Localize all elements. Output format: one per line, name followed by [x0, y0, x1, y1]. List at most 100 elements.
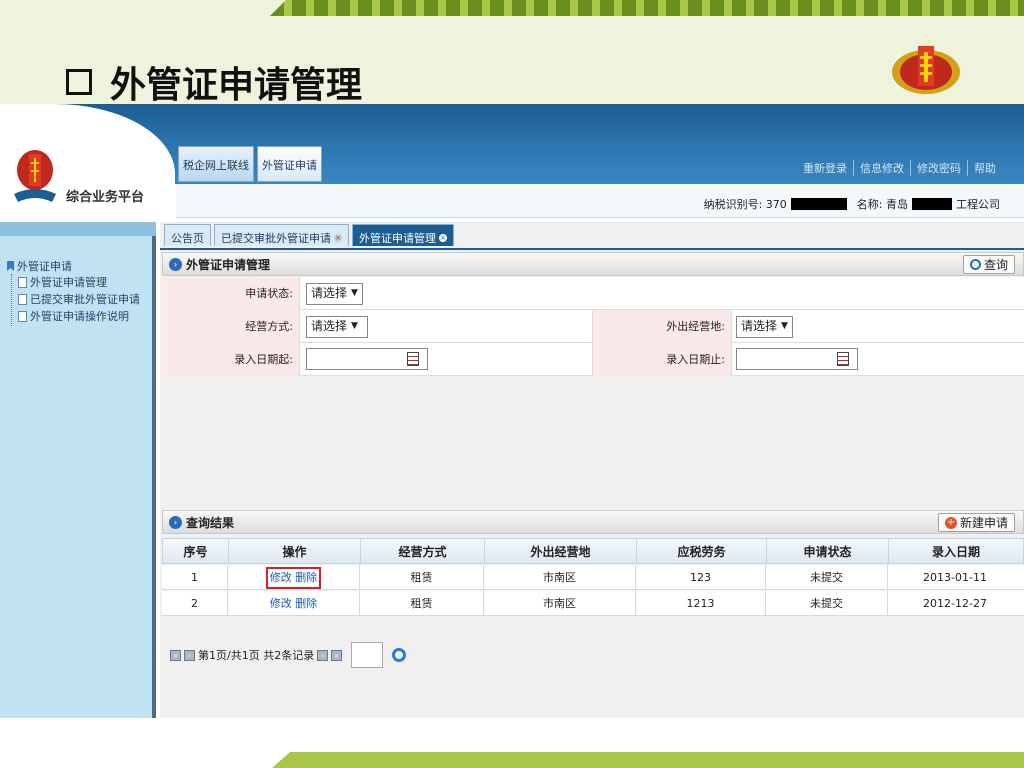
taxpayer-name-label: 名称: 青岛: [856, 198, 908, 211]
brand-name: 综合业务平台: [66, 190, 145, 205]
cell-service: 1213: [636, 591, 766, 615]
sidebar-item-guide[interactable]: 外管证申请操作说明: [18, 308, 129, 324]
form-row-status: 申请状态: 请选择 ▼: [162, 277, 1024, 310]
tab-submitted[interactable]: 已提交审批外管证申请 ×: [214, 224, 349, 246]
bottom-decor-cut: [272, 752, 290, 768]
mode-select[interactable]: 请选择 ▼: [306, 315, 368, 338]
column-header: 操作: [229, 539, 361, 563]
tab-label: 公告页: [171, 231, 204, 245]
arrow-circle-icon: ›: [169, 257, 182, 271]
sidebar-item-submitted[interactable]: 已提交审批外管证申请: [18, 291, 140, 307]
arrow-circle-icon: ›: [169, 515, 182, 529]
tab-notice[interactable]: 公告页: [164, 224, 211, 246]
cell-service: 123: [636, 565, 766, 589]
highlight-box: 修改 删除: [265, 567, 322, 589]
query-panel-header: › 外管证申请管理 查询: [162, 252, 1024, 276]
go-icon[interactable]: [392, 648, 407, 662]
place-label: 外出经营地:: [592, 310, 732, 343]
date-to-input[interactable]: [736, 348, 858, 370]
query-button-label: 查询: [983, 258, 1008, 272]
redacted-name: [912, 198, 952, 210]
cell-no: 1: [162, 565, 228, 589]
delete-link[interactable]: 删除: [295, 571, 317, 584]
plus-icon: +: [944, 516, 957, 529]
help-link[interactable]: 帮助: [968, 160, 1002, 176]
last-page-icon[interactable]: »: [331, 649, 343, 661]
date-from-input[interactable]: [306, 348, 428, 370]
results-panel-title: 查询结果: [186, 515, 235, 530]
cell-date: 2012-12-27: [923, 597, 987, 610]
sidebar-item-label: 外管证申请操作说明: [30, 310, 129, 323]
top-tab-online[interactable]: 税企网上联线: [178, 146, 254, 182]
column-header: 序号: [163, 539, 229, 563]
cell-date: 2013-01-11: [923, 571, 987, 584]
edit-info-link[interactable]: 信息修改: [854, 160, 911, 176]
tax-emblem-logo: [892, 46, 960, 94]
calendar-icon[interactable]: [837, 352, 849, 366]
close-icon[interactable]: ×: [439, 233, 447, 242]
cell-place: 市南区: [484, 565, 636, 589]
status-select-value: 请选择: [311, 286, 348, 300]
sidebar: 外管证申请 外管证申请管理 已提交审批外管证申请 外管证申请操作说明: [0, 236, 156, 718]
cell-place: 市南区: [484, 591, 636, 615]
sidebar-header-strip: [0, 222, 156, 236]
next-page-icon[interactable]: ›: [317, 649, 329, 661]
taxpayer-name-suffix: 工程公司: [956, 198, 1000, 211]
search-icon: [969, 259, 981, 270]
taxpayer-id-label: 纳税识别号: 370: [703, 198, 787, 211]
first-page-icon[interactable]: «: [170, 649, 181, 661]
new-application-button[interactable]: + 新建申请: [937, 513, 1015, 532]
mode-field: 请选择 ▼: [306, 310, 368, 343]
cell-mode: 租赁: [360, 591, 484, 615]
status-field: 请选择 ▼: [306, 277, 363, 310]
sidebar-root-label: 外管证申请: [17, 260, 72, 273]
status-select[interactable]: 请选择 ▼: [306, 282, 363, 305]
column-header: 外出经营地: [485, 539, 637, 563]
cell-status: 未提交: [766, 565, 888, 589]
chevron-down-icon: ▼: [351, 321, 358, 331]
status-label: 申请状态:: [162, 277, 300, 310]
tree-connector: [11, 274, 12, 326]
app-window: 综合业务平台 税企网上联线 外管证申请 重新登录 信息修改 修改密码 帮助 纳税…: [0, 104, 1024, 718]
page-number-input[interactable]: [351, 642, 384, 668]
change-password-link[interactable]: 修改密码: [911, 160, 968, 176]
slide-title: 外管证申请管理: [66, 56, 362, 108]
prev-page-icon[interactable]: ‹: [184, 649, 195, 661]
results-panel-header: › 查询结果 + 新建申请: [162, 510, 1024, 534]
date-from-field: [306, 343, 428, 376]
taxpayer-info: 纳税识别号: 370 名称: 青岛 工程公司: [704, 196, 1000, 212]
query-button[interactable]: 查询: [962, 255, 1015, 274]
top-decor-stripe: [270, 0, 1024, 16]
column-header: 录入日期: [931, 545, 980, 559]
chevron-down-icon: ▼: [781, 321, 788, 331]
tab-manage[interactable]: 外管证申请管理 ×: [352, 224, 454, 246]
cell-no: 2: [162, 591, 228, 615]
slide-title-text: 外管证申请管理: [110, 65, 363, 106]
results-table-header: 序号 操作 经营方式 外出经营地 应税劳务 申请状态 录入日期: [162, 538, 1024, 564]
close-icon[interactable]: ×: [334, 233, 342, 242]
folder-icon: [7, 261, 14, 271]
place-select-value: 请选择: [741, 319, 778, 333]
tab-underline: [160, 248, 1024, 250]
relogin-link[interactable]: 重新登录: [797, 160, 854, 176]
form-row-mode: 经营方式: 请选择 ▼ 外出经营地: 请选择 ▼: [162, 310, 1024, 343]
calendar-icon[interactable]: [407, 352, 419, 366]
delete-link[interactable]: 删除: [295, 597, 317, 610]
column-header: 申请状态: [767, 539, 889, 563]
edit-link[interactable]: 修改: [270, 571, 292, 584]
document-icon: [18, 293, 27, 305]
taxpayer-info-bar: 纳税识别号: 370 名称: 青岛 工程公司: [176, 184, 1024, 218]
sidebar-item-label: 已提交审批外管证申请: [30, 293, 140, 306]
tax-emblem-icon: [14, 150, 56, 202]
mode-select-value: 请选择: [311, 319, 348, 333]
date-to-field: [736, 343, 858, 376]
sidebar-item-manage[interactable]: 外管证申请管理: [18, 274, 107, 290]
cell-actions: 修改 删除: [228, 591, 360, 615]
column-header: 应税劳务: [637, 539, 767, 563]
place-select[interactable]: 请选择 ▼: [736, 315, 793, 338]
cell-mode: 租赁: [360, 565, 484, 589]
top-tab-certificate[interactable]: 外管证申请: [257, 146, 322, 182]
edit-link[interactable]: 修改: [270, 597, 292, 610]
sidebar-tree-root[interactable]: 外管证申请: [6, 258, 72, 274]
table-row: 1 修改 删除 租赁 市南区 123 未提交 2013-01-11: [162, 565, 1024, 590]
